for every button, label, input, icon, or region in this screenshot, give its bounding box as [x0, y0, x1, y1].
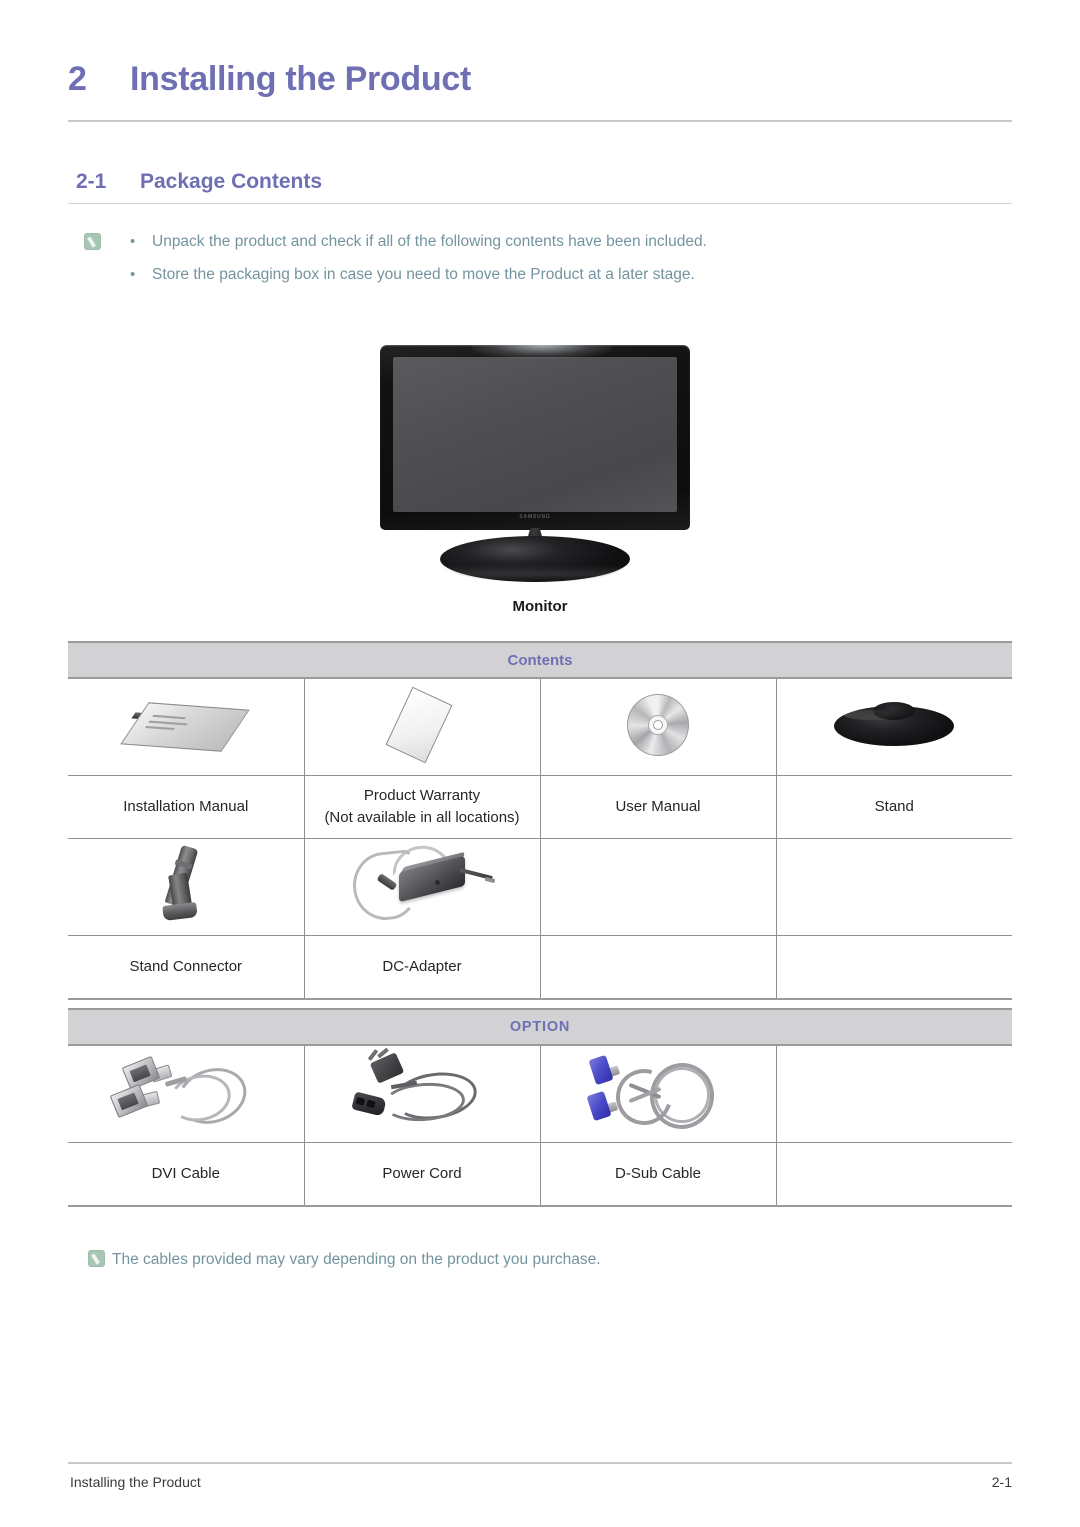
installation-manual-icon: [120, 694, 250, 756]
monitor-base-highlight: [442, 543, 628, 583]
monitor-caption: Monitor: [512, 598, 568, 615]
stand-icon: [834, 700, 955, 750]
intro-note-block: • Unpack the product and check if all of…: [84, 231, 984, 295]
cell-product-warranty-art: [304, 678, 541, 776]
cell-dvi-cable-art: [68, 1045, 305, 1143]
label-power-cord: Power Cord: [304, 1142, 541, 1207]
cell-stand-connector-art: [68, 838, 305, 936]
note-text: Store the packaging box in case you need…: [152, 266, 695, 283]
note-icon-spacer: [84, 264, 124, 266]
label-stand: Stand: [776, 775, 1012, 839]
bullet-marker: •: [130, 233, 136, 250]
d-sub-cable-icon: [586, 1049, 728, 1135]
cables-vary-note-text: The cables provided may vary depending o…: [112, 1251, 601, 1268]
label-empty: [540, 935, 777, 1000]
table-label-row: Stand Connector DC-Adapter: [68, 935, 1012, 1000]
dvi-cable-icon: [109, 1049, 261, 1135]
footer-chapter-label: Installing the Product: [70, 1474, 201, 1490]
section-heading: 2-1 Package Contents: [76, 170, 322, 194]
note-icon-slot: [84, 231, 124, 255]
monitor-gloss-highlight: [472, 345, 612, 359]
cell-installation-manual-art: [68, 678, 305, 776]
contents-table-header: Contents: [68, 641, 1012, 679]
section-number: 2-1: [76, 170, 107, 193]
monitor-bezel: [380, 345, 690, 530]
footer-divider: [68, 1462, 1012, 1464]
table-label-row: DVI Cable Power Cord D-Sub Cable: [68, 1142, 1013, 1207]
chapter-number: 2: [68, 60, 87, 98]
note-list-item: • Unpack the product and check if all of…: [84, 231, 984, 255]
note-list-item: • Store the packaging box in case you ne…: [84, 264, 984, 286]
monitor-illustration: SAMSUNG: [375, 340, 695, 583]
table-label-row: Installation Manual Product Warranty (No…: [68, 775, 1012, 839]
chapter-heading: 2 Installing the Product: [68, 60, 1012, 99]
dc-adapter-icon: [347, 841, 497, 928]
note-icon: [84, 233, 101, 250]
product-warranty-icon: [383, 686, 461, 764]
label-empty: [776, 1142, 1013, 1207]
label-stand-connector: Stand Connector: [68, 935, 305, 1000]
cell-power-cord-art: [304, 1045, 541, 1143]
document-page: 2 Installing the Product 2-1 Package Con…: [0, 0, 1080, 1527]
contents-table: Contents Installation Manual Product War…: [68, 641, 1012, 1000]
label-dc-adapter: DC-Adapter: [304, 935, 541, 1000]
table-row: [68, 1045, 1013, 1143]
note-text: Unpack the product and check if all of t…: [152, 233, 707, 250]
cell-stand-art: [776, 678, 1012, 776]
footer-page-number: 2-1: [991, 1474, 1012, 1490]
label-d-sub-cable: D-Sub Cable: [540, 1142, 777, 1207]
label-dvi-cable: DVI Cable: [68, 1142, 305, 1207]
chapter-divider: [68, 120, 1012, 122]
table-header-row: OPTION: [68, 1008, 1013, 1046]
option-table-header: OPTION: [68, 1008, 1013, 1046]
table-header-row: Contents: [68, 641, 1012, 679]
cables-vary-note: The cables provided may vary depending o…: [88, 1250, 601, 1270]
label-installation-manual: Installation Manual: [68, 775, 305, 839]
option-table: OPTION DVI Cable Power Cord D-Sub Cable: [68, 1008, 1013, 1207]
label-product-warranty-line1: Product Warranty: [363, 787, 481, 804]
cell-d-sub-cable-art: [540, 1045, 777, 1143]
note-icon: [88, 1250, 105, 1267]
cell-empty-art: [776, 1045, 1013, 1143]
user-manual-cd-icon: [627, 693, 689, 756]
chapter-title: Installing the Product: [130, 60, 471, 98]
label-product-warranty: Product Warranty (Not available in all l…: [304, 775, 541, 839]
power-cord-icon: [347, 1047, 497, 1135]
section-title: Package Contents: [140, 170, 323, 193]
table-row: [68, 838, 1012, 936]
section-divider: [68, 203, 1012, 204]
cell-dc-adapter-art: [304, 838, 541, 936]
cell-user-manual-art: [540, 678, 777, 776]
cell-empty-art: [776, 838, 1012, 936]
label-product-warranty-line2: (Not available in all locations): [324, 809, 520, 826]
label-user-manual: User Manual: [540, 775, 777, 839]
monitor-screen: [393, 357, 677, 512]
stand-connector-icon: [151, 844, 221, 926]
label-empty: [776, 935, 1012, 1000]
monitor-brand-logo: SAMSUNG: [519, 514, 551, 520]
cell-empty-art: [540, 838, 777, 936]
bullet-marker: •: [130, 266, 136, 283]
table-row: [68, 678, 1012, 776]
